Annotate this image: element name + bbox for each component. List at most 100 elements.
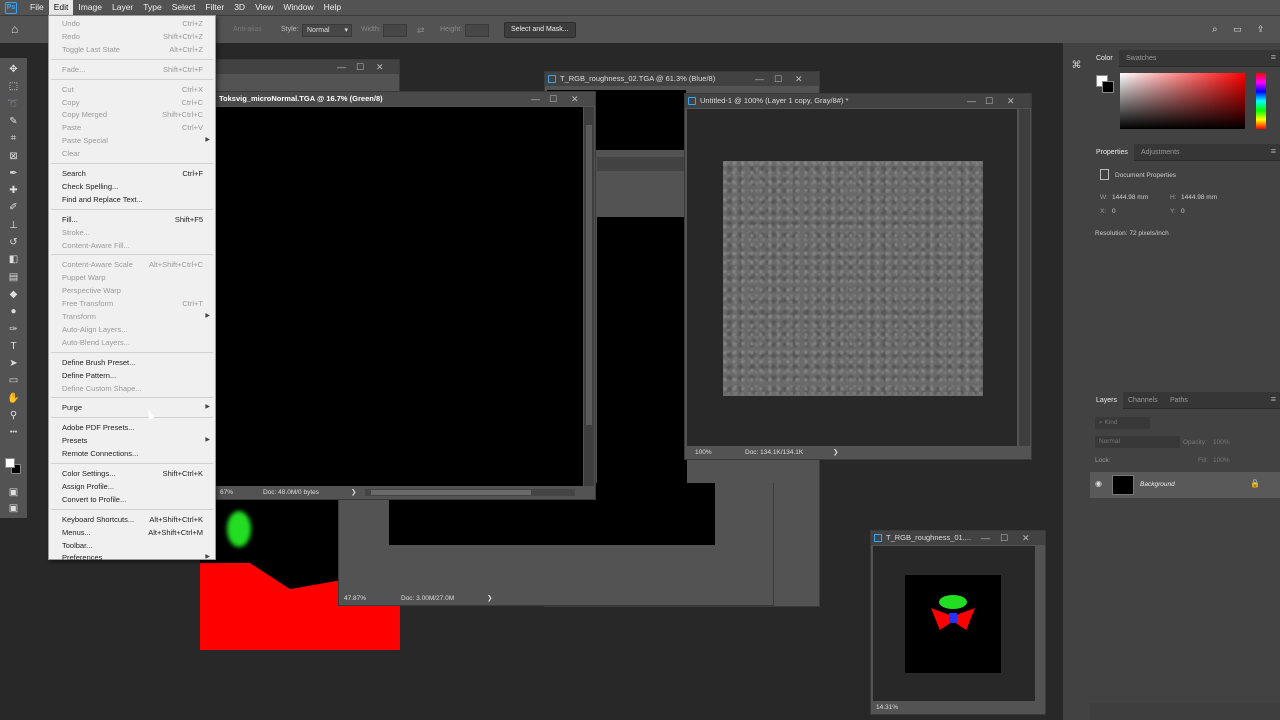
menu-item-cut[interactable]: Cut Ctrl+X	[49, 83, 215, 96]
search-icon[interactable]: ⌕	[1212, 24, 1218, 35]
menu-item-keyboard-shortcuts[interactable]: Keyboard Shortcuts... Alt+Shift+Ctrl+K	[49, 513, 215, 526]
minimize-icon[interactable]: —	[755, 72, 764, 86]
menu-item-perspective-warp[interactable]: Perspective Warp	[49, 284, 215, 297]
menu-item-convert-to-profile[interactable]: Convert to Profile...	[49, 493, 215, 506]
color-picker-field[interactable]	[1120, 73, 1245, 129]
close-icon[interactable]: ✕	[795, 72, 803, 86]
menu-item-toolbar[interactable]: Toolbar...	[49, 539, 215, 552]
tab-properties[interactable]: Properties	[1090, 144, 1134, 161]
home-icon[interactable]: ⌂	[11, 23, 24, 36]
lasso-tool-icon[interactable]: ➰	[7, 98, 20, 111]
brush-tool-icon[interactable]: ✐	[7, 201, 20, 214]
menu-item-define-custom-shape[interactable]: Define Custom Shape...	[49, 382, 215, 395]
menu-item-content-aware-fill[interactable]: Content-Aware Fill...	[49, 239, 215, 252]
menu-item-adobe-pdf-presets[interactable]: Adobe PDF Presets...	[49, 421, 215, 434]
select-and-mask-button[interactable]: Select and Mask...	[504, 22, 576, 38]
layer-filter-select[interactable]: ⌕ Kind	[1095, 417, 1150, 429]
minimize-icon[interactable]: —	[337, 60, 346, 74]
quick-mask-icon[interactable]: ▣	[7, 486, 20, 499]
shape-tool-icon[interactable]: ▭	[7, 374, 20, 387]
menu-item-assign-profile[interactable]: Assign Profile...	[49, 480, 215, 493]
eye-icon[interactable]: ◉	[1095, 479, 1102, 488]
maximize-icon[interactable]: ☐	[1000, 531, 1008, 545]
menu-select[interactable]: Select	[167, 0, 201, 15]
menu-item-paste-special[interactable]: Paste Special ▶	[49, 134, 215, 147]
menu-item-transform[interactable]: Transform ▶	[49, 310, 215, 323]
menu-item-copy[interactable]: Copy Ctrl+C	[49, 96, 215, 109]
history-icon[interactable]: ⌘	[1070, 59, 1083, 72]
menu-item-find-and-replace-text[interactable]: Find and Replace Text...	[49, 193, 215, 206]
maximize-icon[interactable]: ☐	[356, 60, 364, 74]
vertical-scrollbar[interactable]	[584, 107, 594, 487]
width-value[interactable]: 1444.98 mm	[1112, 194, 1148, 201]
menu-item-purge[interactable]: Purge ▶	[49, 401, 215, 414]
width-input[interactable]	[383, 24, 407, 37]
workspace-icon[interactable]: ▭	[1233, 24, 1242, 35]
opacity-value[interactable]: 100%	[1213, 439, 1230, 446]
x-value[interactable]: 0	[1112, 208, 1116, 215]
menu-help[interactable]: Help	[319, 0, 346, 15]
document-window-toksvig[interactable]: Toksvig_microNormal.TGA @ 16.7% (Green/8…	[214, 91, 596, 500]
eraser-tool-icon[interactable]: ◧	[7, 253, 20, 266]
minimize-icon[interactable]: —	[967, 94, 976, 108]
share-icon[interactable]: ⇪	[1257, 24, 1265, 35]
menu-item-fill[interactable]: Fill... Shift+F5	[49, 213, 215, 226]
style-select[interactable]: Normal ▾	[302, 24, 352, 37]
tab-swatches[interactable]: Swatches	[1120, 50, 1162, 67]
close-icon[interactable]: ✕	[1022, 531, 1030, 545]
close-icon[interactable]: ✕	[376, 60, 384, 74]
panel-menu-icon[interactable]: ≡	[1271, 394, 1276, 404]
crop-tool-icon[interactable]: ⌗	[7, 132, 20, 145]
menu-view[interactable]: View	[250, 0, 278, 15]
maximize-icon[interactable]: ☐	[985, 94, 993, 108]
more-tools-icon[interactable]: •••	[7, 426, 20, 439]
tab-color[interactable]: Color	[1090, 50, 1119, 67]
panel-menu-icon[interactable]: ≡	[1271, 146, 1276, 156]
layer-row[interactable]: ◉ Background 🔒	[1090, 472, 1280, 498]
menu-item-presets[interactable]: Presets ▶	[49, 434, 215, 447]
vertical-scrollbar[interactable]	[1019, 109, 1030, 447]
menu-item-fade[interactable]: Fade... Shift+Ctrl+F	[49, 63, 215, 76]
menu-item-color-settings[interactable]: Color Settings... Shift+Ctrl+K	[49, 467, 215, 480]
maximize-icon[interactable]: ☐	[549, 92, 557, 106]
healing-tool-icon[interactable]: ✚	[7, 184, 20, 197]
close-icon[interactable]: ✕	[571, 92, 579, 106]
menu-item-content-aware-scale[interactable]: Content-Aware Scale Alt+Shift+Ctrl+C	[49, 258, 215, 271]
menu-layer[interactable]: Layer	[107, 0, 138, 15]
minimize-icon[interactable]: —	[531, 92, 540, 106]
menu-item-free-transform[interactable]: Free Transform Ctrl+T	[49, 297, 215, 310]
tab-layers[interactable]: Layers	[1090, 392, 1124, 409]
menu-item-puppet-warp[interactable]: Puppet Warp	[49, 271, 215, 284]
dodge-tool-icon[interactable]: ●	[7, 305, 20, 318]
menu-item-auto-align-layers[interactable]: Auto-Align Layers...	[49, 323, 215, 336]
zoom-tool-icon[interactable]: ⚲	[7, 409, 20, 422]
tab-adjustments[interactable]: Adjustments	[1135, 144, 1186, 161]
menu-3d[interactable]: 3D	[229, 0, 250, 15]
menu-filter[interactable]: Filter	[200, 0, 229, 15]
eyedropper-tool-icon[interactable]: ✒	[7, 167, 20, 180]
foreground-color-swatch[interactable]	[5, 458, 15, 468]
menu-type[interactable]: Type	[138, 0, 166, 15]
document-window-untitled-1[interactable]: Untitled-1 @ 100% (Layer 1 copy, Gray/8#…	[684, 93, 1032, 460]
menu-item-preferences[interactable]: Preferences ▶	[49, 551, 215, 564]
pen-tool-icon[interactable]: ✑	[7, 323, 20, 336]
tab-paths[interactable]: Paths	[1164, 392, 1194, 409]
menu-item-search[interactable]: Search Ctrl+F	[49, 167, 215, 180]
document-window-47[interactable]: 47.87% Doc: 3.00M/27.0M ❯	[338, 483, 774, 606]
swap-icon[interactable]: ⇄	[417, 25, 425, 36]
tab-channels[interactable]: Channels	[1122, 392, 1164, 409]
y-value[interactable]: 0	[1181, 208, 1185, 215]
height-input[interactable]	[465, 24, 489, 37]
document-window-roughness-01[interactable]: T_RGB_roughness_01.... — ☐ ✕ 14.31%	[870, 530, 1046, 715]
frame-tool-icon[interactable]: ⊠	[7, 150, 20, 163]
blend-mode-select[interactable]: Normal	[1095, 436, 1180, 448]
background-color-swatch[interactable]	[1102, 81, 1114, 93]
menu-item-remote-connections[interactable]: Remote Connections...	[49, 447, 215, 460]
screen-mode-icon[interactable]: ▣	[7, 502, 20, 515]
menu-edit[interactable]: Edit	[48, 0, 74, 15]
type-tool-icon[interactable]: T	[7, 340, 20, 353]
menu-item-toggle-last-state[interactable]: Toggle Last State Alt+Ctrl+Z	[49, 43, 215, 56]
menu-item-redo[interactable]: Redo Shift+Ctrl+Z	[49, 30, 215, 43]
minimize-icon[interactable]: —	[981, 531, 990, 545]
blur-tool-icon[interactable]: ◆	[7, 288, 20, 301]
